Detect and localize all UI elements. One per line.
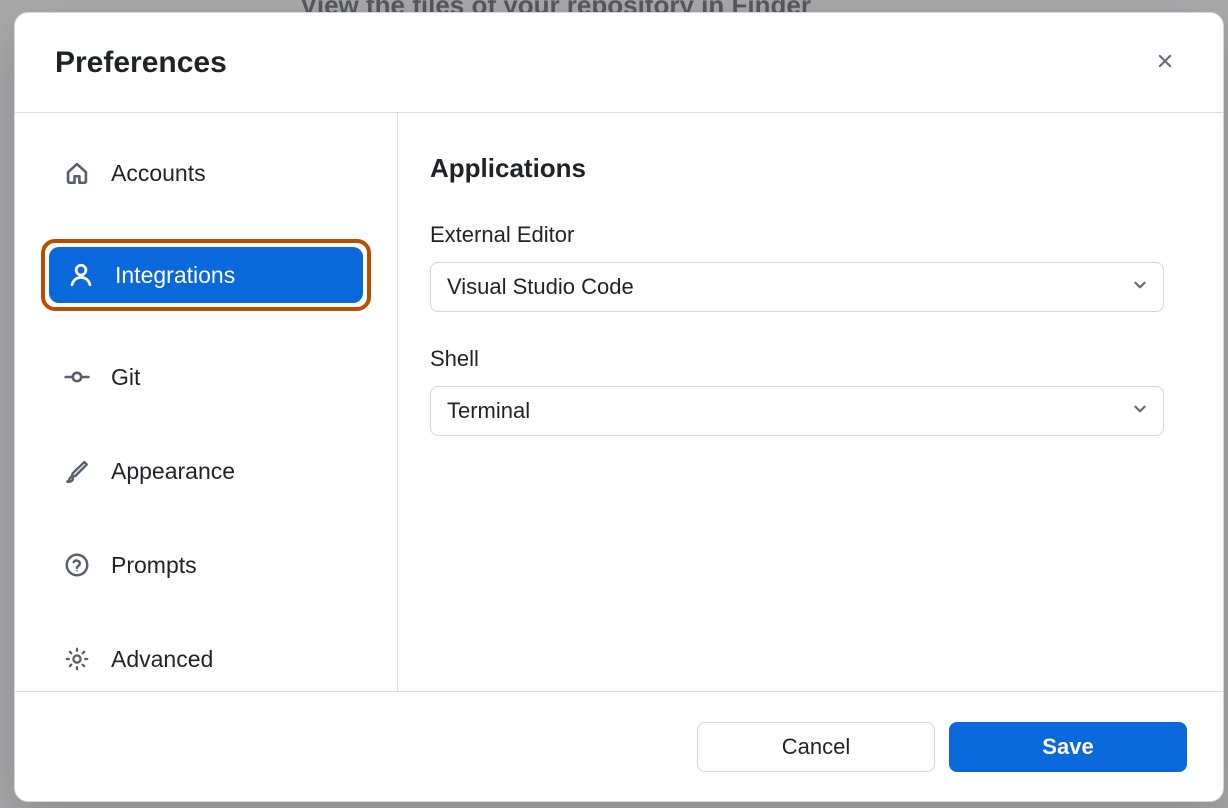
save-button[interactable]: Save <box>949 722 1187 772</box>
chevron-down-icon <box>1131 274 1149 300</box>
commit-icon <box>63 363 91 391</box>
question-icon <box>63 551 91 579</box>
preferences-modal: Preferences Accounts <box>14 12 1224 802</box>
sidebar-item-label: Advanced <box>111 646 213 673</box>
chevron-down-icon <box>1131 398 1149 424</box>
sidebar-item-label: Git <box>111 364 140 391</box>
brush-icon <box>63 457 91 485</box>
sidebar-item-integrations[interactable]: Integrations <box>49 247 363 303</box>
sidebar-item-prompts[interactable]: Prompts <box>45 537 367 593</box>
shell-select[interactable]: Terminal <box>430 386 1164 436</box>
sidebar-item-git[interactable]: Git <box>45 349 367 405</box>
modal-title: Preferences <box>55 46 227 80</box>
modal-footer: Cancel Save <box>15 691 1223 801</box>
modal-header: Preferences <box>15 13 1223 113</box>
sidebar-item-label: Accounts <box>111 160 206 187</box>
shell-label: Shell <box>430 346 1191 372</box>
sidebar-item-label: Integrations <box>115 262 235 289</box>
sidebar-item-advanced[interactable]: Advanced <box>45 631 367 687</box>
external-editor-select[interactable]: Visual Studio Code <box>430 262 1164 312</box>
sidebar-item-label: Prompts <box>111 552 197 579</box>
sidebar-item-label: Appearance <box>111 458 235 485</box>
preferences-sidebar: Accounts Integrations Git <box>15 113 398 691</box>
person-icon <box>67 261 95 289</box>
close-icon <box>1154 50 1176 75</box>
sidebar-highlight-integrations: Integrations <box>41 239 371 311</box>
close-button[interactable] <box>1147 45 1183 81</box>
field-external-editor: External Editor Visual Studio Code <box>430 222 1191 312</box>
section-title-applications: Applications <box>430 153 1191 184</box>
shell-value: Terminal <box>447 398 530 424</box>
gear-icon <box>63 645 91 673</box>
preferences-content: Applications External Editor Visual Stud… <box>398 113 1223 691</box>
external-editor-label: External Editor <box>430 222 1191 248</box>
modal-body: Accounts Integrations Git <box>15 113 1223 691</box>
external-editor-value: Visual Studio Code <box>447 274 634 300</box>
sidebar-item-appearance[interactable]: Appearance <box>45 443 367 499</box>
field-shell: Shell Terminal <box>430 346 1191 436</box>
home-icon <box>63 159 91 187</box>
sidebar-item-accounts[interactable]: Accounts <box>45 145 367 201</box>
cancel-button[interactable]: Cancel <box>697 722 935 772</box>
